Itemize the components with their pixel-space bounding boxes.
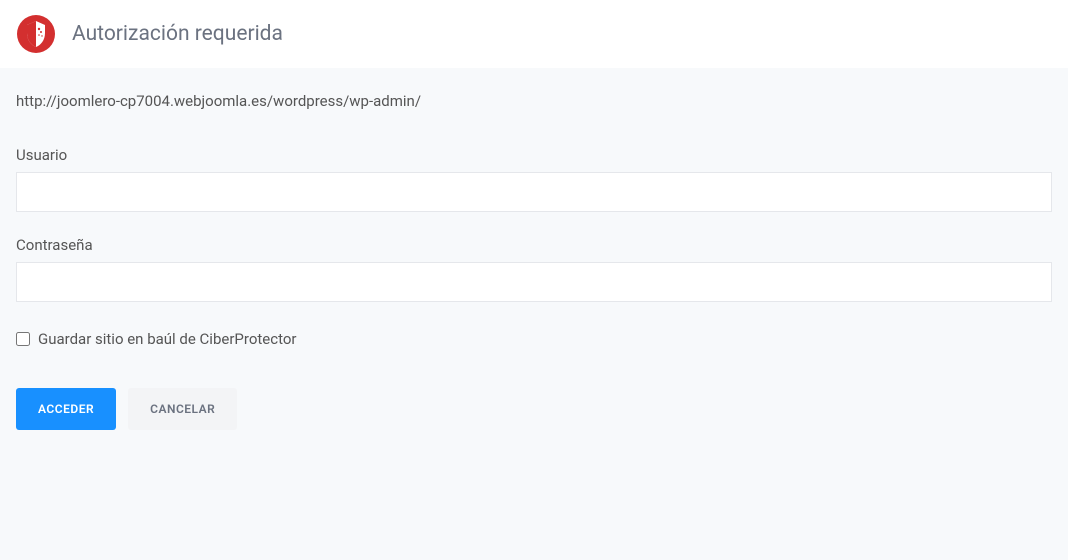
password-label: Contraseña — [16, 236, 1052, 254]
username-label: Usuario — [16, 146, 1052, 164]
save-site-label[interactable]: Guardar sitio en baúl de CiberProtector — [38, 330, 296, 348]
password-field-group: Contraseña — [16, 236, 1052, 302]
dialog-title: Autorización requerida — [72, 22, 283, 46]
username-field-group: Usuario — [16, 146, 1052, 212]
auth-url: http://joomlero-cp7004.webjoomla.es/word… — [16, 92, 1052, 110]
dialog-header: Autorización requerida — [0, 0, 1068, 68]
dialog-content: http://joomlero-cp7004.webjoomla.es/word… — [0, 68, 1068, 560]
submit-button[interactable]: ACCEDER — [16, 388, 116, 430]
save-site-checkbox[interactable] — [16, 332, 30, 346]
save-site-checkbox-row: Guardar sitio en baúl de CiberProtector — [16, 330, 1052, 348]
username-input[interactable] — [16, 172, 1052, 212]
shield-logo-icon — [16, 14, 56, 54]
cancel-button[interactable]: CANCELAR — [128, 388, 237, 430]
password-input[interactable] — [16, 262, 1052, 302]
button-row: ACCEDER CANCELAR — [16, 388, 1052, 430]
